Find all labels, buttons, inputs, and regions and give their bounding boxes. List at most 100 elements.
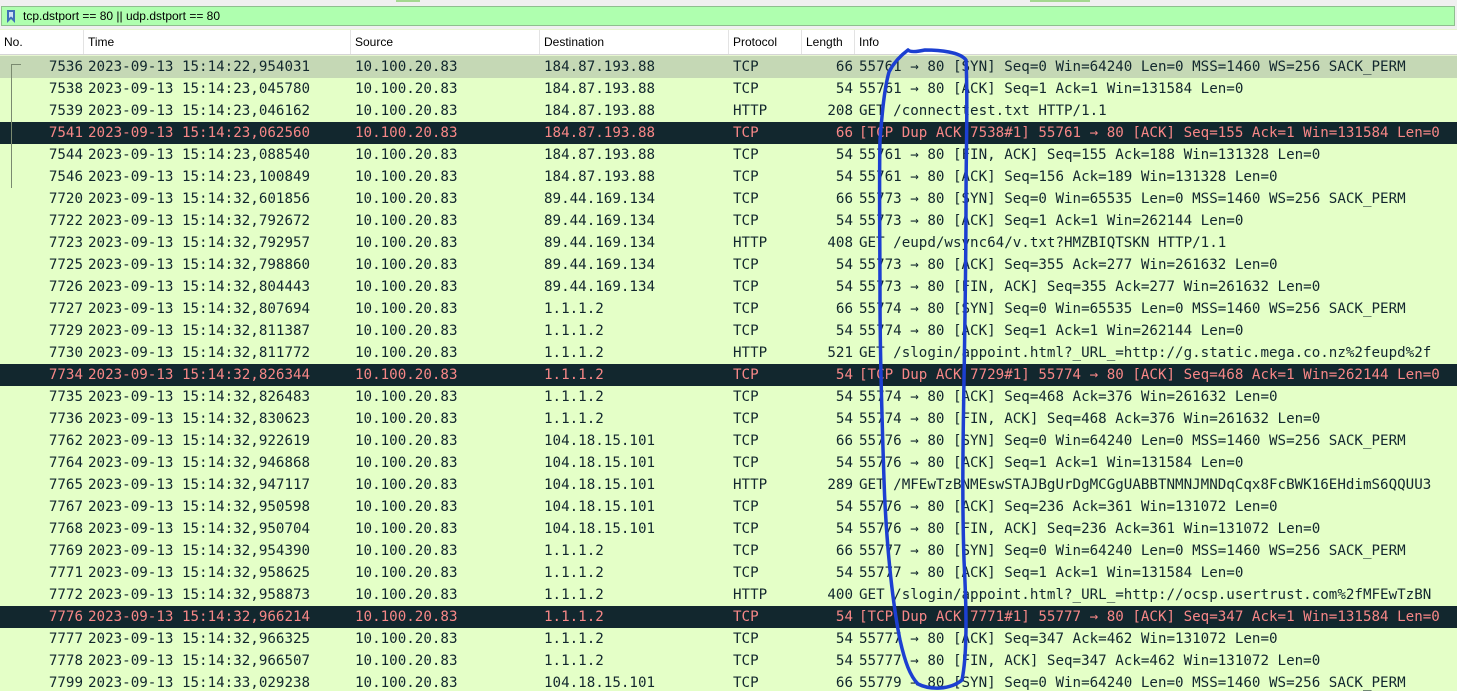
packet-source: 10.100.20.83	[355, 191, 458, 207]
packet-length: 289	[827, 477, 853, 493]
packet-time: 2023-09-13 15:14:22,954031	[88, 59, 311, 75]
packet-number: 7539	[48, 103, 83, 119]
packet-row[interactable]: 7722 2023-09-13 15:14:32,792672 10.100.20.…	[0, 210, 1457, 232]
packet-row[interactable]: 7769 2023-09-13 15:14:32,954390 10.100.20.…	[0, 540, 1457, 562]
packet-length: 54	[835, 81, 853, 97]
column-header-no[interactable]: No.	[0, 30, 84, 54]
packet-row[interactable]: 7729 2023-09-13 15:14:32,811387 10.100.20.…	[0, 320, 1457, 342]
packet-time: 2023-09-13 15:14:32,966507	[88, 653, 311, 669]
packet-length: 54	[835, 147, 853, 163]
packet-destination: 89.44.169.134	[544, 213, 656, 229]
packet-destination: 89.44.169.134	[544, 279, 656, 295]
packet-number: 7725	[48, 257, 83, 273]
packet-length: 54	[835, 631, 853, 647]
packet-length: 54	[835, 499, 853, 515]
packet-row[interactable]: 7726 2023-09-13 15:14:32,804443 10.100.20.…	[0, 276, 1457, 298]
bookmark-icon[interactable]	[6, 10, 16, 23]
display-filter-bar: tcp.dstport == 80 || udp.dstport == 80	[0, 5, 1457, 29]
packet-source: 10.100.20.83	[355, 455, 458, 471]
packet-length: 54	[835, 169, 853, 185]
packet-length: 54	[835, 653, 853, 669]
packet-row[interactable]: 7544 2023-09-13 15:14:23,088540 10.100.20.…	[0, 144, 1457, 166]
packet-length: 66	[835, 675, 853, 691]
packet-length: 54	[835, 389, 853, 405]
packet-row[interactable]: 7772 2023-09-13 15:14:32,958873 10.100.20.…	[0, 584, 1457, 606]
packet-destination: 104.18.15.101	[544, 433, 656, 449]
packet-row[interactable]: 7778 2023-09-13 15:14:32,966507 10.100.20.…	[0, 650, 1457, 672]
packet-row[interactable]: 7799 2023-09-13 15:14:33,029238 10.100.20.…	[0, 672, 1457, 691]
packet-time: 2023-09-13 15:14:23,062560	[88, 125, 311, 141]
packet-source: 10.100.20.83	[355, 367, 458, 383]
packet-info: 55776 → 80 [ACK] Seq=1 Ack=1 Win=131584 …	[859, 455, 1244, 471]
packet-source: 10.100.20.83	[355, 81, 458, 97]
packet-source: 10.100.20.83	[355, 169, 458, 185]
packet-number: 7541	[48, 125, 83, 141]
packet-row[interactable]: 7735 2023-09-13 15:14:32,826483 10.100.20.…	[0, 386, 1457, 408]
packet-row[interactable]: 7765 2023-09-13 15:14:32,947117 10.100.20.…	[0, 474, 1457, 496]
packet-row[interactable]: 7725 2023-09-13 15:14:32,798860 10.100.20.…	[0, 254, 1457, 276]
packet-row[interactable]: 7538 2023-09-13 15:14:23,045780 10.100.20.…	[0, 78, 1457, 100]
related-packet-indicator	[11, 64, 12, 188]
packet-info: 55777 → 80 [FIN, ACK] Seq=347 Ack=462 Wi…	[859, 653, 1321, 669]
packet-destination: 89.44.169.134	[544, 257, 656, 273]
packet-source: 10.100.20.83	[355, 543, 458, 559]
packet-row[interactable]: 7736 2023-09-13 15:14:32,830623 10.100.20.…	[0, 408, 1457, 430]
packet-info: GET /MFEwTzBNMEswSTAJBgUrDgMCGgUABBTNMNJ…	[859, 477, 1432, 493]
column-header-source[interactable]: Source	[351, 30, 540, 54]
packet-destination: 1.1.1.2	[544, 631, 604, 647]
packet-row[interactable]: 7730 2023-09-13 15:14:32,811772 10.100.20.…	[0, 342, 1457, 364]
column-header-destination[interactable]: Destination	[540, 30, 729, 54]
packet-row[interactable]: 7720 2023-09-13 15:14:32,601856 10.100.20.…	[0, 188, 1457, 210]
packet-row[interactable]: 7734 2023-09-13 15:14:32,826344 10.100.20.…	[0, 364, 1457, 386]
packet-info: 55774 → 80 [ACK] Seq=1 Ack=1 Win=262144 …	[859, 323, 1244, 339]
packet-length: 66	[835, 433, 853, 449]
packet-destination: 89.44.169.134	[544, 235, 656, 251]
packet-source: 10.100.20.83	[355, 235, 458, 251]
packet-number: 7764	[48, 455, 83, 471]
packet-destination: 1.1.1.2	[544, 565, 604, 581]
packet-row[interactable]: 7727 2023-09-13 15:14:32,807694 10.100.20.…	[0, 298, 1457, 320]
packet-number: 7768	[48, 521, 83, 537]
packet-info: 55774 → 80 [FIN, ACK] Seq=468 Ack=376 Wi…	[859, 411, 1321, 427]
packet-destination: 1.1.1.2	[544, 587, 604, 603]
packet-row[interactable]: 7777 2023-09-13 15:14:32,966325 10.100.20.…	[0, 628, 1457, 650]
display-filter-input[interactable]: tcp.dstport == 80 || udp.dstport == 80	[1, 6, 1455, 26]
packet-source: 10.100.20.83	[355, 499, 458, 515]
packet-row[interactable]: 7536 2023-09-13 15:14:22,954031 10.100.20.…	[0, 56, 1457, 78]
packet-row[interactable]: 7723 2023-09-13 15:14:32,792957 10.100.20.…	[0, 232, 1457, 254]
packet-row[interactable]: 7767 2023-09-13 15:14:32,950598 10.100.20.…	[0, 496, 1457, 518]
packet-source: 10.100.20.83	[355, 631, 458, 647]
packet-list-header: No. Time Source Destination Protocol Len…	[0, 30, 1457, 55]
packet-info: GET /slogin/appoint.html?_URL_=http://g.…	[859, 345, 1432, 361]
packet-source: 10.100.20.83	[355, 301, 458, 317]
packet-row[interactable]: 7539 2023-09-13 15:14:23,046162 10.100.20.…	[0, 100, 1457, 122]
packet-info: 55777 → 80 [ACK] Seq=347 Ack=462 Win=131…	[859, 631, 1278, 647]
column-header-time[interactable]: Time	[84, 30, 351, 54]
packet-row[interactable]: 7546 2023-09-13 15:14:23,100849 10.100.20.…	[0, 166, 1457, 188]
packet-row[interactable]: 7541 2023-09-13 15:14:23,062560 10.100.20.…	[0, 122, 1457, 144]
column-header-info[interactable]: Info	[855, 30, 1457, 54]
packet-time: 2023-09-13 15:14:32,826483	[88, 389, 311, 405]
packet-info: 55761 → 80 [SYN] Seq=0 Win=64240 Len=0 M…	[859, 59, 1406, 75]
packet-time: 2023-09-13 15:14:32,811387	[88, 323, 311, 339]
packet-row[interactable]: 7776 2023-09-13 15:14:32,966214 10.100.20.…	[0, 606, 1457, 628]
packet-number: 7778	[48, 653, 83, 669]
packet-info: [TCP Dup ACK 7538#1] 55761 → 80 [ACK] Se…	[859, 125, 1440, 141]
packet-destination: 1.1.1.2	[544, 323, 604, 339]
column-header-length[interactable]: Length	[802, 30, 855, 54]
packet-number: 7723	[48, 235, 83, 251]
packet-number: 7799	[48, 675, 83, 691]
packet-time: 2023-09-13 15:14:32,950704	[88, 521, 311, 537]
packet-row[interactable]: 7762 2023-09-13 15:14:32,922619 10.100.20.…	[0, 430, 1457, 452]
packet-length: 66	[835, 59, 853, 75]
packet-row[interactable]: 7768 2023-09-13 15:14:32,950704 10.100.20.…	[0, 518, 1457, 540]
packet-row[interactable]: 7764 2023-09-13 15:14:32,946868 10.100.20.…	[0, 452, 1457, 474]
column-header-protocol[interactable]: Protocol	[729, 30, 802, 54]
packet-length: 408	[827, 235, 853, 251]
packet-length: 54	[835, 257, 853, 273]
packet-number: 7771	[48, 565, 83, 581]
packet-destination: 104.18.15.101	[544, 499, 656, 515]
packet-row[interactable]: 7771 2023-09-13 15:14:32,958625 10.100.20.…	[0, 562, 1457, 584]
packet-number: 7736	[48, 411, 83, 427]
packet-number: 7729	[48, 323, 83, 339]
